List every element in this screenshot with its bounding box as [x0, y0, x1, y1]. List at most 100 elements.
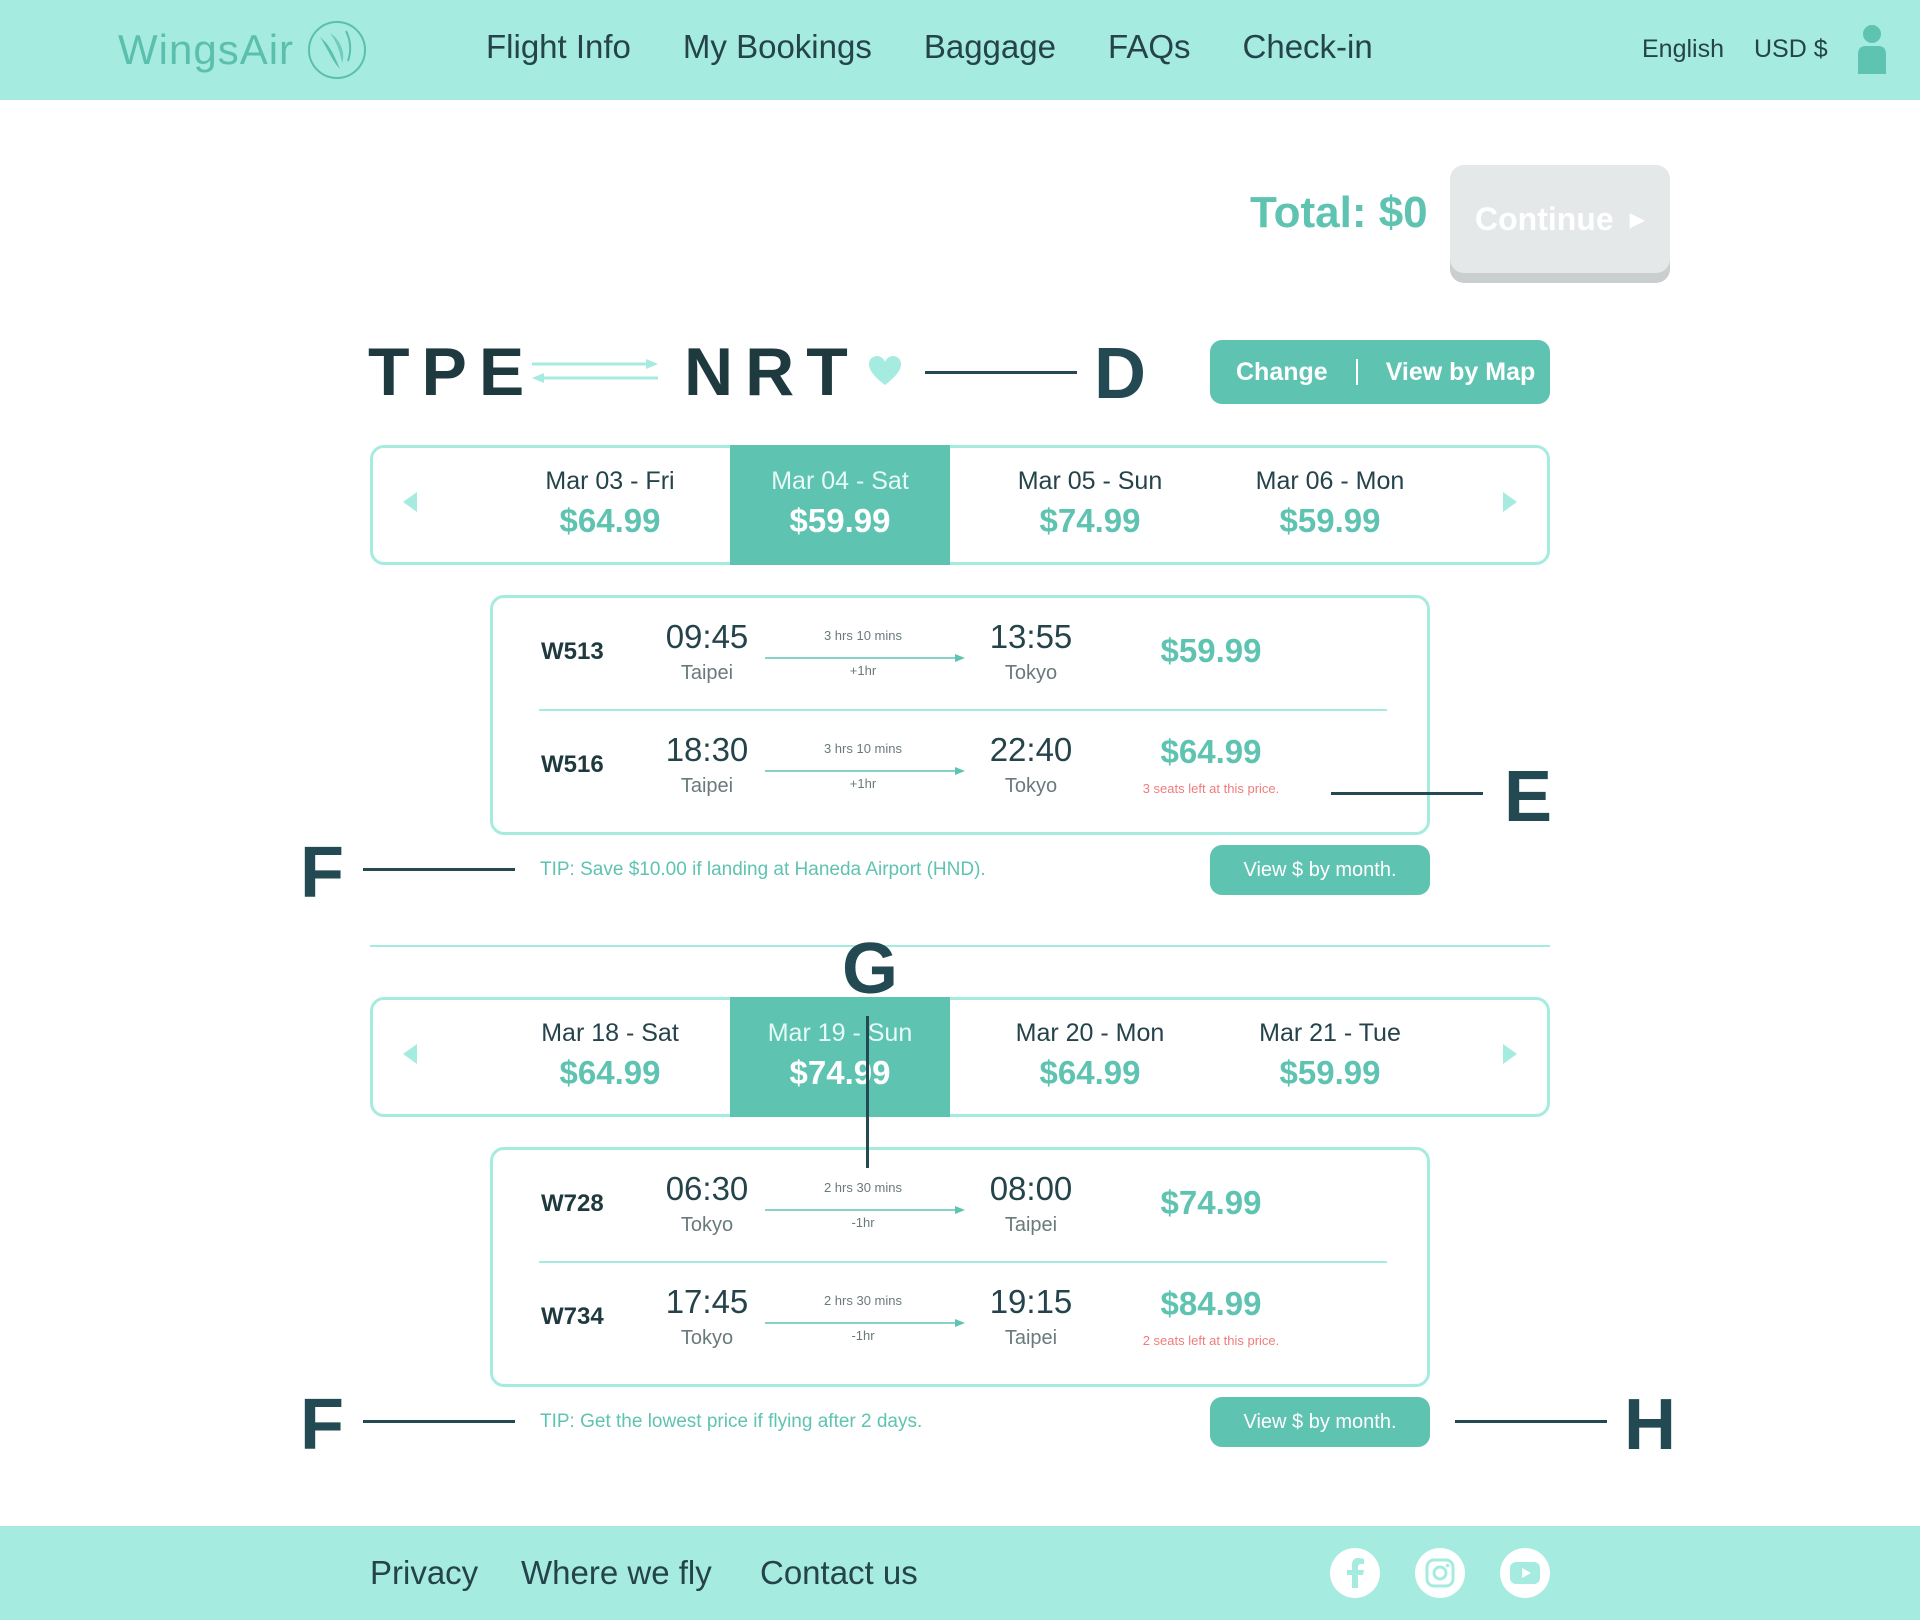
total-price: Total: $0 — [1250, 188, 1428, 237]
return-date-option[interactable]: Mar 18 - Sat $64.99 — [500, 997, 720, 1117]
date-price: $74.99 — [1039, 502, 1141, 539]
departure-time: 09:45 — [665, 618, 749, 655]
date-price: $59.99 — [789, 502, 891, 539]
flight-arrow-icon — [765, 1319, 965, 1327]
arrival-city: Taipei — [1004, 1327, 1058, 1349]
view-by-month-button[interactable]: View $ by month. — [1210, 1397, 1430, 1447]
callout-d-line — [925, 371, 1077, 374]
nav-baggage[interactable]: Baggage — [924, 28, 1056, 66]
footer-link-contact-us[interactable]: Contact us — [760, 1554, 918, 1592]
outbound-date-option-selected[interactable]: Mar 04 - Sat $59.99 — [730, 445, 950, 565]
youtube-icon[interactable] — [1500, 1548, 1550, 1598]
flight-price: $59.99 — [1160, 632, 1262, 669]
nav-my-bookings[interactable]: My Bookings — [683, 28, 872, 66]
nav-faqs[interactable]: FAQs — [1108, 28, 1191, 66]
outbound-date-option[interactable]: Mar 03 - Fri $64.99 — [500, 445, 720, 565]
language-selector[interactable]: English — [1642, 35, 1724, 64]
flight-arrow-icon — [765, 767, 965, 775]
prev-dates-arrow-icon[interactable] — [403, 492, 417, 512]
date-price: $74.99 — [789, 1054, 891, 1091]
outbound-date-option[interactable]: Mar 06 - Mon $59.99 — [1220, 445, 1440, 565]
arrival-time: 19:15 — [989, 1283, 1073, 1320]
arrival-time: 08:00 — [989, 1170, 1073, 1207]
flight-price: $64.99 — [1160, 733, 1262, 770]
callout-label-d: D — [1094, 334, 1146, 414]
flight-duration: 2 hrs 30 mins — [823, 1293, 903, 1308]
flight-code: W728 — [541, 1190, 604, 1217]
date-label: Mar 21 - Tue — [1259, 1019, 1401, 1047]
flight-duration: 3 hrs 10 mins — [823, 741, 903, 756]
date-label: Mar 05 - Sun — [1017, 467, 1163, 495]
callout-label-f: F — [300, 1385, 344, 1465]
date-label: Mar 18 - Sat — [541, 1019, 679, 1047]
logo[interactable]: WingsAir — [118, 18, 368, 82]
callout-label-f: F — [300, 833, 344, 913]
flight-arrow-icon — [765, 654, 965, 662]
continue-button[interactable]: Continue ▶ — [1450, 165, 1670, 273]
date-label: Mar 20 - Mon — [1015, 1019, 1165, 1047]
time-zone-diff: +1hr — [849, 776, 877, 791]
flight-code: W516 — [541, 751, 604, 778]
instagram-glyph — [1425, 1558, 1455, 1588]
time-zone-diff: +1hr — [849, 663, 877, 678]
next-dates-arrow-icon[interactable] — [1503, 492, 1517, 512]
button-separator — [1355, 359, 1358, 385]
wing-logo-icon — [308, 21, 367, 79]
arrival-time: 13:55 — [989, 618, 1073, 655]
currency-selector[interactable]: USD $ — [1754, 35, 1828, 64]
outbound-date-option[interactable]: Mar 05 - Sun $74.99 — [980, 445, 1200, 565]
youtube-glyph — [1510, 1562, 1540, 1584]
footer-link-privacy[interactable]: Privacy — [370, 1554, 478, 1592]
user-icon[interactable] — [1856, 24, 1888, 76]
top-header: WingsAir Flight Info My Bookings Baggage… — [0, 0, 1920, 100]
flight-row[interactable]: W728 06:30 Tokyo 2 hrs 30 mins -1hr 08:0… — [493, 1150, 1433, 1262]
departure-time: 18:30 — [665, 731, 749, 768]
arrival-time: 22:40 — [989, 731, 1073, 768]
date-label: Mar 19 - Sun — [767, 1019, 913, 1047]
callout-e-line — [1331, 792, 1483, 795]
callout-g-line — [866, 1016, 869, 1168]
return-date-option[interactable]: Mar 21 - Tue $59.99 — [1220, 997, 1440, 1117]
nav-check-in[interactable]: Check-in — [1243, 28, 1373, 66]
flight-price: $74.99 — [1160, 1184, 1262, 1221]
nav-flight-info[interactable]: Flight Info — [486, 28, 631, 66]
departure-time: 17:45 — [665, 1283, 749, 1320]
change-button[interactable]: Change — [1236, 358, 1328, 387]
flight-price: $84.99 — [1160, 1285, 1262, 1322]
main-nav: Flight Info My Bookings Baggage FAQs Che… — [486, 28, 1425, 66]
return-date-option-selected[interactable]: Mar 19 - Sun $74.99 — [730, 997, 950, 1117]
arrival-city: Tokyo — [1004, 775, 1058, 797]
return-flight-list: W728 06:30 Tokyo 2 hrs 30 mins -1hr 08:0… — [490, 1147, 1430, 1387]
play-arrow-icon: ▶ — [1629, 208, 1646, 231]
date-price: $59.99 — [1279, 502, 1381, 539]
departure-city: Tokyo — [680, 1327, 734, 1349]
footer: Privacy Where we fly Contact us — [0, 1526, 1920, 1620]
outbound-flight-list: W513 09:45 Taipei 3 hrs 10 mins +1hr 13:… — [490, 595, 1430, 835]
view-by-month-button[interactable]: View $ by month. — [1210, 845, 1430, 895]
date-label: Mar 06 - Mon — [1255, 467, 1405, 495]
return-date-option[interactable]: Mar 20 - Mon $64.99 — [980, 997, 1200, 1117]
flight-code: W734 — [541, 1303, 604, 1330]
logo-text: WingsAir — [118, 26, 295, 73]
flight-row[interactable]: W734 17:45 Tokyo 2 hrs 30 mins -1hr 19:1… — [493, 1263, 1433, 1375]
arrival-city: Taipei — [1004, 1214, 1058, 1236]
date-price: $59.99 — [1279, 1054, 1381, 1091]
facebook-icon[interactable] — [1330, 1548, 1380, 1598]
flight-duration: 2 hrs 30 mins — [823, 1180, 903, 1195]
prev-dates-arrow-icon[interactable] — [403, 1044, 417, 1064]
date-price: $64.99 — [1039, 1054, 1141, 1091]
time-zone-diff: -1hr — [851, 1215, 875, 1230]
date-label: Mar 04 - Sat — [771, 467, 909, 495]
origin-airport: TPE — [368, 334, 537, 410]
callout-label-h: H — [1624, 1385, 1676, 1465]
footer-link-where-we-fly[interactable]: Where we fly — [521, 1554, 712, 1592]
view-by-map-button[interactable]: View by Map — [1386, 358, 1536, 387]
instagram-icon[interactable] — [1415, 1548, 1465, 1598]
flight-row[interactable]: W513 09:45 Taipei 3 hrs 10 mins +1hr 13:… — [493, 598, 1433, 710]
heart-icon[interactable] — [868, 355, 902, 387]
departure-city: Taipei — [680, 662, 734, 684]
arrival-city: Tokyo — [1004, 662, 1058, 684]
next-dates-arrow-icon[interactable] — [1503, 1044, 1517, 1064]
flight-row[interactable]: W516 18:30 Taipei 3 hrs 10 mins +1hr 22:… — [493, 711, 1433, 823]
callout-f-line — [363, 868, 515, 871]
